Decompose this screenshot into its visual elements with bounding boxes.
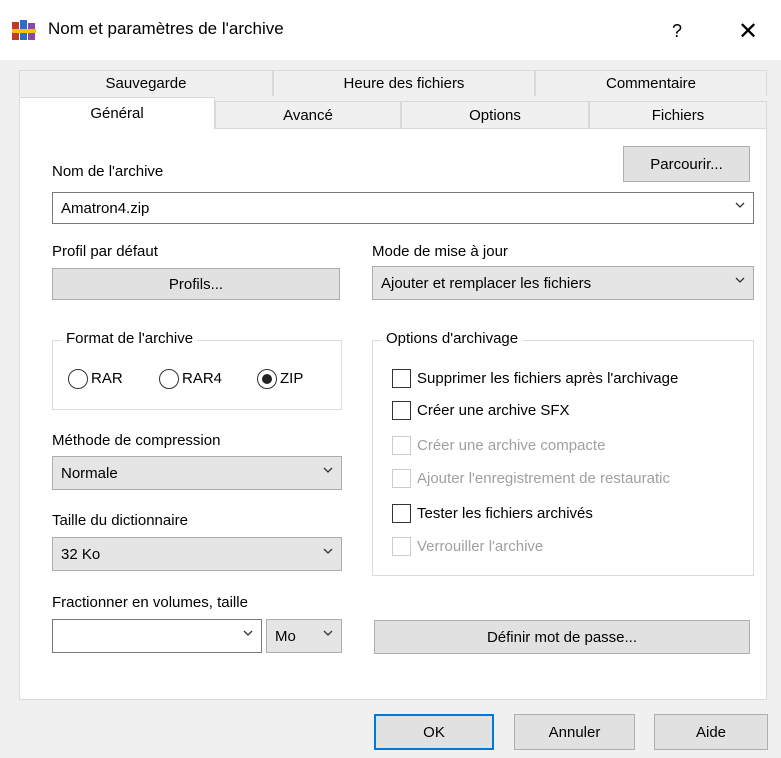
archive-name-value: Amatron4.zip (61, 199, 150, 217)
chevron-down-icon (735, 275, 745, 285)
archiving-options-title: Options d'archivage (382, 330, 523, 347)
chevron-down-icon (323, 546, 333, 556)
update-mode-label: Mode de mise à jour (372, 243, 508, 260)
checkbox-lock-archive (392, 537, 411, 556)
dictionary-size-value: 32 Ko (61, 545, 101, 563)
checkbox-delete-after-label[interactable]: Supprimer les fichiers après l'archivage (417, 370, 678, 387)
compression-method-select[interactable]: Normale (52, 456, 342, 490)
radio-rar4-label[interactable]: RAR4 (182, 370, 222, 387)
radio-rar4[interactable] (159, 369, 179, 389)
dictionary-size-select[interactable]: 32 Ko (52, 537, 342, 571)
split-unit-value: Mo (275, 627, 296, 645)
radio-zip[interactable] (257, 369, 277, 389)
help-button[interactable]: Aide (654, 714, 768, 750)
archive-format-title: Format de l'archive (62, 330, 198, 347)
radio-selected-dot (262, 374, 272, 384)
checkbox-solid-archive-label: Créer une archive compacte (417, 437, 606, 454)
cancel-button[interactable]: Annuler (514, 714, 635, 750)
checkbox-create-sfx[interactable] (392, 401, 411, 420)
radio-zip-label[interactable]: ZIP (280, 370, 303, 387)
checkbox-recovery-record (392, 469, 411, 488)
chevron-down-icon[interactable] (735, 200, 745, 210)
update-mode-value: Ajouter et remplacer les fichiers (381, 274, 592, 292)
archive-name-combo[interactable]: Amatron4.zip (52, 192, 754, 224)
set-password-button[interactable]: Définir mot de passe... (374, 620, 750, 654)
radio-rar-label[interactable]: RAR (91, 370, 123, 387)
default-profile-label: Profil par défaut (52, 243, 158, 260)
ok-button[interactable]: OK (374, 714, 494, 750)
browse-button[interactable]: Parcourir... (623, 146, 750, 182)
profiles-button[interactable]: Profils... (52, 268, 340, 300)
checkbox-create-sfx-label[interactable]: Créer une archive SFX (417, 402, 570, 419)
compression-method-label: Méthode de compression (52, 432, 221, 449)
split-size-combo[interactable] (52, 619, 262, 653)
checkbox-test-files[interactable] (392, 504, 411, 523)
update-mode-select[interactable]: Ajouter et remplacer les fichiers (372, 266, 754, 300)
checkbox-test-files-label[interactable]: Tester les fichiers archivés (417, 505, 593, 522)
checkbox-recovery-record-label: Ajouter l'enregistrement de restauratic (417, 470, 670, 487)
chevron-down-icon[interactable] (243, 628, 253, 638)
compression-method-value: Normale (61, 464, 118, 482)
split-unit-select[interactable]: Mo (266, 619, 342, 653)
archive-name-label: Nom de l'archive (52, 163, 164, 180)
checkbox-solid-archive (392, 436, 411, 455)
checkbox-lock-archive-label: Verrouiller l'archive (417, 538, 544, 555)
radio-rar[interactable] (68, 369, 88, 389)
split-volumes-label: Fractionner en volumes, taille (52, 594, 248, 611)
checkbox-delete-after[interactable] (392, 369, 411, 388)
chevron-down-icon (323, 628, 333, 638)
dictionary-size-label: Taille du dictionnaire (52, 512, 188, 529)
chevron-down-icon (323, 465, 333, 475)
